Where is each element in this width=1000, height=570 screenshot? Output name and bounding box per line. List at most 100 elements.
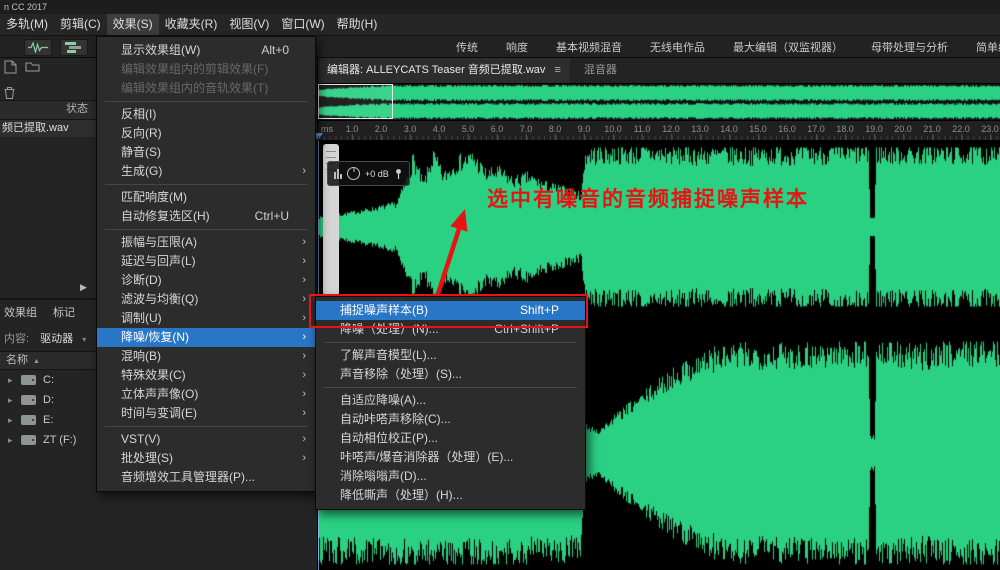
menu-item[interactable]: 自动修复选区(H)Ctrl+U [97, 207, 315, 226]
noise-restore-submenu: 捕捉噪声样本(B)Shift+P降噪（处理）(N)...Ctrl+Shift+P… [315, 296, 586, 510]
menu-item[interactable]: 匹配响度(M) [97, 188, 315, 207]
menu-item[interactable]: 降低嘶声（处理）(H)... [316, 486, 585, 505]
tree-chevron-icon[interactable]: ▸ [8, 375, 21, 386]
tree-chevron-icon[interactable]: ▸ [8, 395, 21, 406]
menubar-item[interactable]: 帮助(H) [331, 14, 384, 35]
content-dropdown[interactable]: 驱动器 [40, 333, 73, 345]
workspace-tab[interactable]: 无线电作品 [650, 39, 705, 55]
workspace-tab[interactable]: 基本视频混音 [556, 39, 622, 55]
workspace-tab[interactable]: 响度 [506, 39, 528, 55]
ruler-tick-label: 21.0 [923, 124, 941, 134]
tree-chevron-icon[interactable]: ▸ [8, 415, 21, 426]
overview-waveform-canvas[interactable] [318, 84, 1000, 121]
tab-editor[interactable]: 编辑器: ALLEYCATS Teaser 音频已提取.wav ≡ [318, 58, 570, 83]
titlebar: n CC 2017 [0, 0, 1000, 14]
volume-hud[interactable]: +0 dB [327, 161, 410, 186]
media-browser-content-row: 内容: 驱动器 ▾ [4, 330, 86, 346]
menubar-item[interactable]: 多轨(M) [0, 14, 54, 35]
workspace-tab[interactable]: 简单编辑 [976, 39, 1000, 55]
menu-item[interactable]: 了解声音模型(L)... [316, 346, 585, 365]
content-label: 内容: [4, 333, 29, 345]
menu-item: 编辑效果组内的音轨效果(T) [97, 79, 315, 98]
ruler-tick-label: 7.0 [520, 124, 533, 134]
menu-separator [324, 387, 577, 388]
submenu-arrow-icon: › [302, 430, 306, 449]
menu-item[interactable]: 反相(I) [97, 105, 315, 124]
ruler-tick-label: 8.0 [549, 124, 562, 134]
overview-selection[interactable] [318, 84, 393, 119]
menu-item[interactable]: VST(V)› [97, 430, 315, 449]
menu-item[interactable]: 延迟与回声(L)› [97, 252, 315, 271]
menu-item[interactable]: 批处理(S)› [97, 449, 315, 468]
menu-item[interactable]: 显示效果组(W)Alt+0 [97, 41, 315, 60]
import-file-icon[interactable] [4, 60, 17, 74]
menubar-item[interactable]: 窗口(W) [275, 14, 330, 35]
ruler-tick-label: 10.0 [604, 124, 622, 134]
menubar-item[interactable]: 视图(V) [223, 14, 275, 35]
menu-item[interactable]: 诊断(D)› [97, 271, 315, 290]
workspace-tab[interactable]: 母带处理与分析 [871, 39, 948, 55]
volume-knob-icon[interactable] [347, 167, 360, 180]
menu-item[interactable]: 特殊效果(C)› [97, 366, 315, 385]
files-panel-toolbar [4, 60, 40, 74]
menu-item[interactable]: 自动咔嗒声移除(C)... [316, 410, 585, 429]
waveform-view-button[interactable] [24, 39, 52, 56]
trash-icon[interactable] [4, 86, 15, 99]
submenu-arrow-icon: › [302, 309, 306, 328]
files-panel-toolbar-2 [4, 86, 15, 99]
menu-item[interactable]: 生成(G)› [97, 162, 315, 181]
menu-item[interactable]: 自动相位校正(P)... [316, 429, 585, 448]
menu-item[interactable]: 声音移除（处理）(S)... [316, 365, 585, 384]
menu-item[interactable]: 滤波与均衡(Q)› [97, 290, 315, 309]
ruler-tick-label: 17.0 [807, 124, 825, 134]
tab-effects-rack[interactable]: 效果组 [4, 304, 37, 320]
menu-item: 编辑效果组内的剪辑效果(F) [97, 60, 315, 79]
menu-item[interactable]: 静音(S) [97, 143, 315, 162]
drive-label: E: [43, 414, 53, 426]
files-transport: ▶ [80, 282, 87, 293]
tab-mixer[interactable]: 混音器 [570, 58, 631, 83]
submenu-arrow-icon: › [302, 404, 306, 423]
submenu-arrow-icon: › [302, 366, 306, 385]
panel-menu-icon[interactable]: ≡ [554, 58, 560, 83]
drive-icon [21, 395, 36, 405]
drive-label: D: [43, 394, 54, 406]
menu-item[interactable]: 混响(B)› [97, 347, 315, 366]
menu-item[interactable]: 调制(U)› [97, 309, 315, 328]
ruler-tick-label: 13.0 [691, 124, 709, 134]
tab-markers[interactable]: 标记 [53, 304, 75, 320]
menu-item[interactable]: 立体声声像(O)› [97, 385, 315, 404]
menu-item[interactable]: 时间与变调(E)› [97, 404, 315, 423]
workspace-tab[interactable]: 传统 [456, 39, 478, 55]
ruler-tick-label: 16.0 [778, 124, 796, 134]
menu-item[interactable]: 咔嗒声/爆音消除器（处理）(E)... [316, 448, 585, 467]
level-meter-icon [334, 168, 342, 179]
editor-tabbar: 编辑器: ALLEYCATS Teaser 音频已提取.wav ≡ 混音器 [318, 58, 1000, 84]
ruler-tick-label: 5.0 [462, 124, 475, 134]
menubar-item[interactable]: 收藏夹(R) [159, 14, 224, 35]
submenu-arrow-icon: › [302, 252, 306, 271]
multitrack-view-button[interactable] [60, 39, 88, 56]
menu-item[interactable]: 反向(R) [97, 124, 315, 143]
play-icon[interactable]: ▶ [80, 282, 87, 293]
overview-strip[interactable] [318, 84, 1000, 121]
menubar-item[interactable]: 剪辑(C) [54, 14, 107, 35]
hud-db-value[interactable]: +0 dB [365, 169, 389, 179]
menu-item[interactable]: 自适应降噪(A)... [316, 391, 585, 410]
open-folder-icon[interactable] [25, 60, 40, 72]
editor-tab-label: 编辑器: ALLEYCATS Teaser 音频已提取.wav [327, 58, 545, 83]
multitrack-icon [65, 42, 83, 53]
workspace-tab[interactable]: 最大编辑（双监视器） [733, 39, 843, 55]
pin-icon[interactable] [394, 168, 403, 180]
ruler-tick-label: 19.0 [865, 124, 883, 134]
submenu-arrow-icon: › [302, 271, 306, 290]
menu-item[interactable]: 降噪/恢复(N)› [97, 328, 315, 347]
timeline-ruler[interactable]: ms 1.02.03.04.05.06.07.08.09.010.011.012… [318, 121, 1000, 141]
menu-item[interactable]: 振幅与压限(A)› [97, 233, 315, 252]
menubar-item[interactable]: 效果(S) [107, 14, 159, 35]
menu-item[interactable]: 消除嗡嗡声(D)... [316, 467, 585, 486]
tree-chevron-icon[interactable]: ▸ [8, 435, 21, 446]
status-column-header[interactable]: 状态 [66, 101, 88, 118]
menu-item[interactable]: 音频增效工具管理器(P)... [97, 468, 315, 487]
view-switcher [24, 39, 88, 56]
